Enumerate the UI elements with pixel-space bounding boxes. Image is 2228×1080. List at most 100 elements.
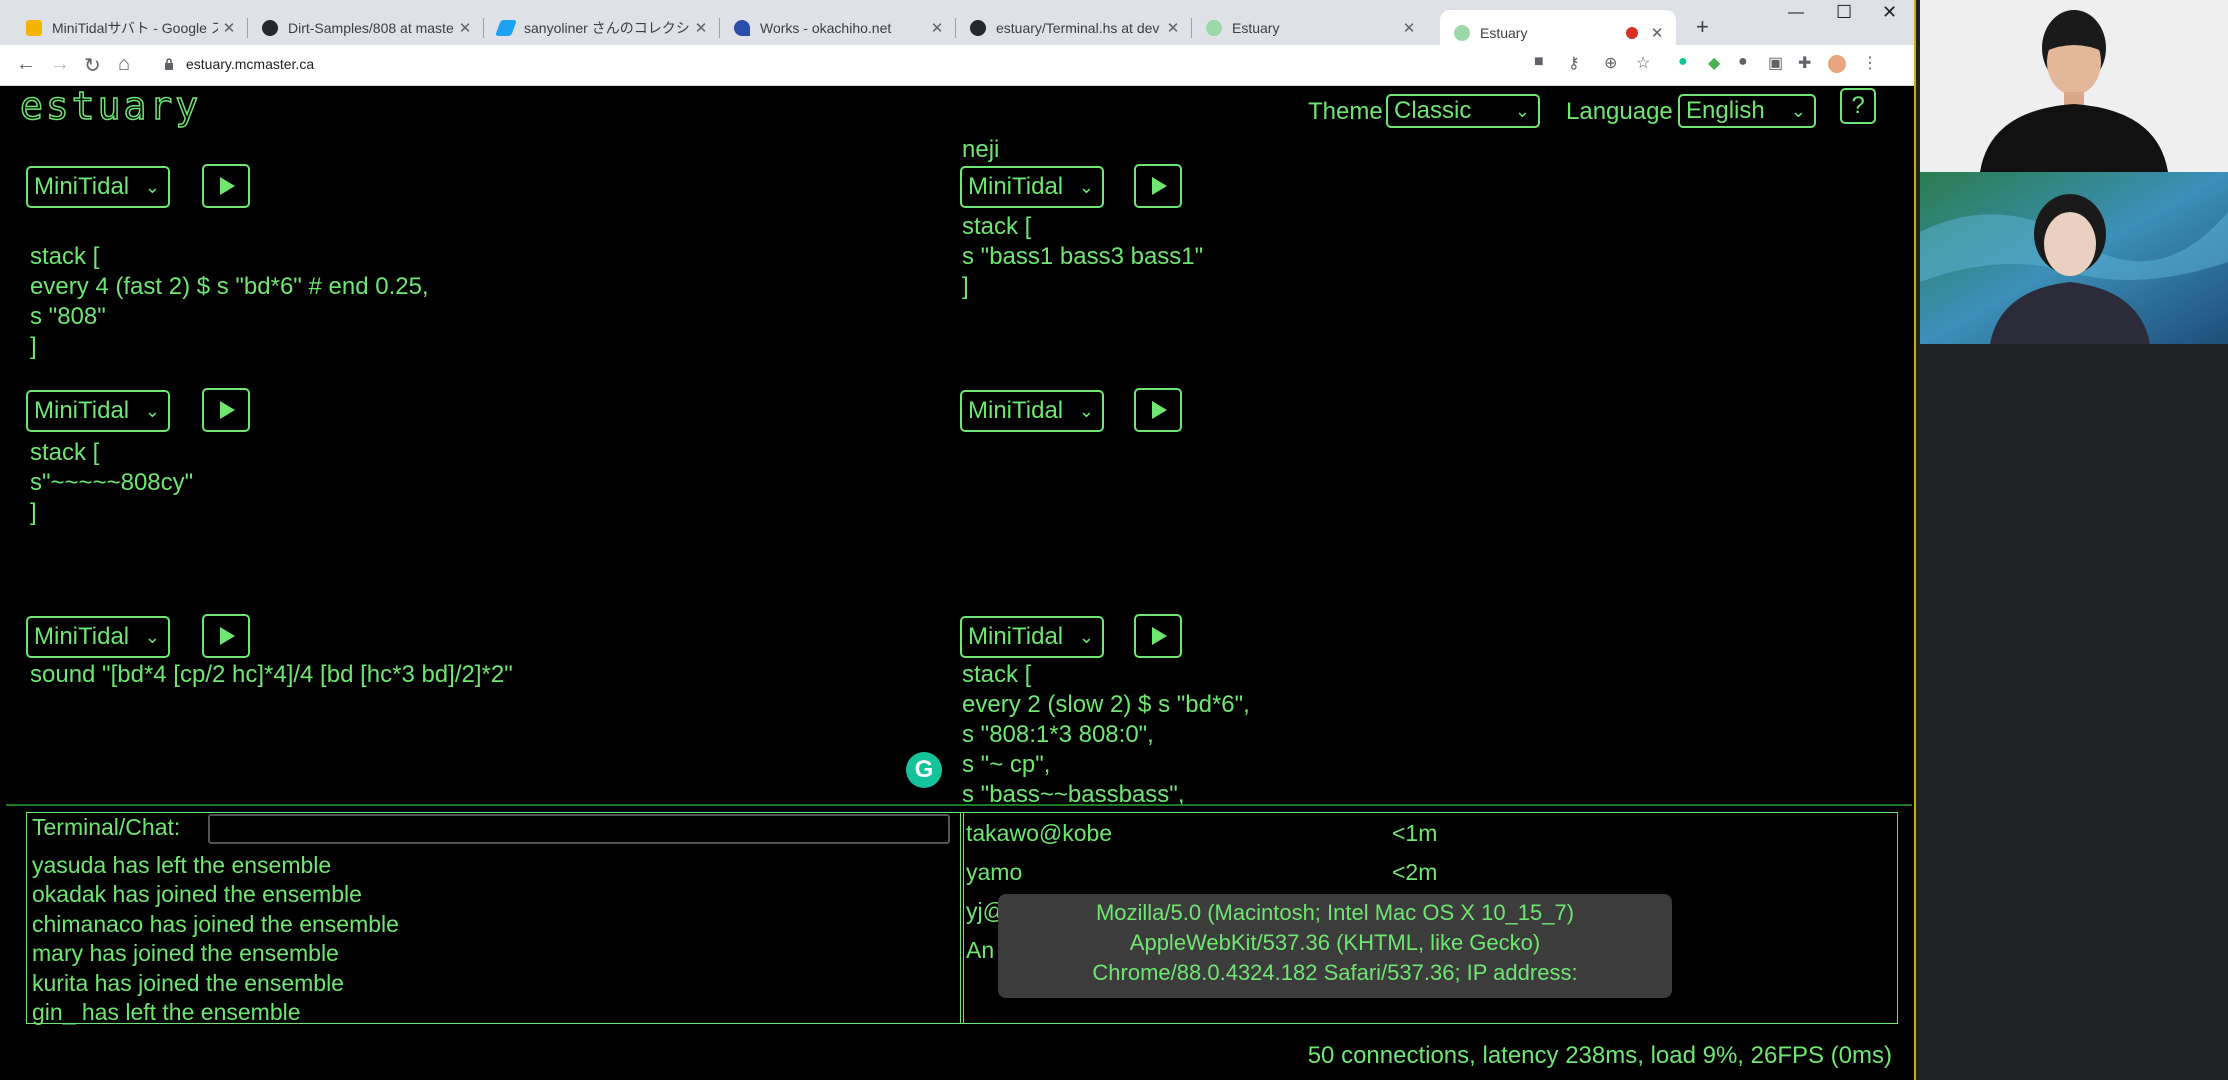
theme-select[interactable]: Classic ⌄: [1386, 94, 1540, 128]
language-value: MiniTidal: [968, 397, 1064, 424]
cell-3-play-button[interactable]: [202, 388, 250, 432]
tab-title: Estuary: [1480, 24, 1528, 41]
cell-4-play-button[interactable]: [1134, 388, 1182, 432]
chevron-down-icon: ⌄: [1078, 177, 1094, 197]
cell-1-language-select[interactable]: MiniTidal ⌄: [26, 166, 170, 208]
cell-2-language-select[interactable]: MiniTidal ⌄: [960, 166, 1104, 208]
close-icon[interactable]: ✕: [926, 19, 948, 37]
close-icon[interactable]: ✕: [454, 19, 476, 37]
cell-2-code[interactable]: stack [ s "bass1 bass3 bass1" ]: [962, 212, 1203, 302]
github-icon: [970, 19, 986, 36]
close-icon[interactable]: ✕: [690, 19, 712, 37]
zoom-icon[interactable]: ⊕: [1604, 53, 1617, 73]
tab-title: Estuary: [1232, 19, 1280, 36]
tab-title: MiniTidalサバト - Google スライ: [52, 19, 218, 36]
reload-icon[interactable]: ↻: [84, 53, 101, 78]
extension-icon[interactable]: ●: [1738, 53, 1748, 71]
estuary-app: estuary Theme Classic ⌄ Language English ⌄…: [6, 83, 1912, 1080]
language-value: MiniTidal: [968, 173, 1064, 200]
extension-icon[interactable]: ◆: [1708, 53, 1720, 73]
close-icon[interactable]: ✕: [218, 19, 240, 37]
tooltip-line: Mozilla/5.0 (Macintosh; Intel Mac OS X 1…: [1095, 900, 1575, 925]
user-last-active: <2m: [1392, 859, 1438, 885]
grammarly-ext-icon[interactable]: ●: [1678, 53, 1688, 71]
cell-2-name: neji: [962, 136, 1000, 163]
works-icon: [734, 19, 750, 36]
user-name[interactable]: yamo: [966, 859, 1022, 886]
chevron-down-icon: ⌄: [1514, 101, 1530, 121]
language-label: Language: [1566, 98, 1673, 125]
user-agent-tooltip: Mozilla/5.0 (Macintosh; Intel Mac OS X 1…: [998, 894, 1672, 998]
status-bar: 50 connections, latency 238ms, load 9%, …: [1307, 1042, 1892, 1069]
play-icon: [220, 627, 235, 645]
home-icon[interactable]: ⌂: [118, 53, 130, 76]
close-icon[interactable]: ✕: [1398, 19, 1420, 37]
tab-6[interactable]: Estuary ✕: [1192, 10, 1428, 45]
profile-avatar[interactable]: [1828, 55, 1846, 73]
person-avatar: [1920, 172, 2228, 344]
cell-5-language-select[interactable]: MiniTidal ⌄: [26, 616, 170, 658]
github-icon: [262, 19, 278, 36]
tab-1[interactable]: MiniTidalサバト - Google スライ ✕: [12, 10, 248, 45]
back-icon[interactable]: ←: [16, 53, 36, 76]
extension-icon[interactable]: ▣: [1768, 53, 1783, 73]
browser-window: MiniTidalサバト - Google スライ ✕ Dirt-Samples…: [0, 0, 1916, 1080]
cell-3-language-select[interactable]: MiniTidal ⌄: [26, 390, 170, 432]
cell-6-language-select[interactable]: MiniTidal ⌄: [960, 616, 1104, 658]
address-bar[interactable]: estuary.mcmaster.ca: [146, 52, 1526, 80]
url-text: estuary.mcmaster.ca: [186, 56, 315, 72]
key-icon[interactable]: ⚷: [1568, 53, 1580, 73]
cell-3-code[interactable]: stack [ s"~~~~~808cy" ]: [30, 438, 193, 528]
user-name[interactable]: An: [966, 937, 994, 964]
collection-icon: [495, 19, 517, 36]
tab-3[interactable]: sanyoliner さんのコレクション | Ba ✕: [484, 10, 720, 45]
user-last-active: <1m: [1392, 820, 1438, 846]
chat-message: kurita has joined the ensemble: [32, 970, 344, 996]
new-tab-button[interactable]: +: [1696, 14, 1709, 40]
lock-icon: [165, 58, 173, 70]
chat-message: chimanaco has joined the ensemble: [32, 911, 399, 937]
grammarly-icon[interactable]: G: [906, 752, 942, 788]
language-value: MiniTidal: [34, 173, 130, 200]
slides-icon: [26, 19, 42, 36]
recording-icon: [1626, 26, 1638, 39]
browser-toolbar: ← → ↻ ⌂ estuary.mcmaster.ca ■ ⚷ ⊕ ☆ ● ◆ …: [0, 45, 1914, 86]
camera-icon[interactable]: ■: [1534, 53, 1544, 71]
chevron-down-icon: ⌄: [144, 627, 160, 647]
close-icon[interactable]: ✕: [1646, 24, 1668, 42]
minimize-icon[interactable]: —: [1788, 4, 1804, 22]
cell-6-play-button[interactable]: [1134, 614, 1182, 658]
play-icon: [220, 177, 235, 195]
chevron-down-icon: ⌄: [144, 177, 160, 197]
person-avatar: [1920, 0, 2228, 172]
puzzle-icon[interactable]: ✚: [1798, 53, 1811, 73]
play-icon: [1152, 177, 1167, 195]
theme-value: Classic: [1394, 97, 1472, 124]
theme-label: Theme: [1308, 98, 1383, 125]
chevron-down-icon: ⌄: [1078, 627, 1094, 647]
star-icon[interactable]: ☆: [1636, 53, 1650, 73]
help-button[interactable]: ?: [1840, 88, 1876, 124]
cell-1-code[interactable]: stack [ every 4 (fast 2) $ s "bd*6" # en…: [30, 212, 429, 362]
cell-6-code[interactable]: stack [ every 2 (slow 2) $ s "bd*6", s "…: [962, 660, 1250, 804]
cell-4-language-select[interactable]: MiniTidal ⌄: [960, 390, 1104, 432]
forward-icon[interactable]: →: [50, 53, 70, 76]
estuary-icon: [1206, 19, 1222, 36]
language-select[interactable]: English ⌄: [1678, 94, 1816, 128]
close-window-icon[interactable]: ✕: [1882, 2, 1897, 23]
tab-5[interactable]: estuary/Terminal.hs at dev · d ✕: [956, 10, 1192, 45]
language-value: MiniTidal: [968, 623, 1064, 650]
close-icon[interactable]: ✕: [1162, 19, 1184, 37]
chat-input[interactable]: [208, 814, 950, 844]
tab-2[interactable]: Dirt-Samples/808 at master · ✕: [248, 10, 484, 45]
user-name[interactable]: takawo@kobe: [966, 820, 1112, 847]
cell-5-code[interactable]: sound "[bd*4 [cp/2 hc]*4]/4 [bd [hc*3 bd…: [30, 660, 513, 690]
menu-icon[interactable]: ⋮: [1862, 53, 1878, 73]
cell-2-play-button[interactable]: [1134, 164, 1182, 208]
cell-1-play-button[interactable]: [202, 164, 250, 208]
tab-4[interactable]: Works - okachiho.net ✕: [720, 10, 956, 45]
play-icon: [1152, 401, 1167, 419]
tab-title: Works - okachiho.net: [760, 19, 892, 36]
maximize-icon[interactable]: ☐: [1836, 2, 1852, 23]
cell-5-play-button[interactable]: [202, 614, 250, 658]
